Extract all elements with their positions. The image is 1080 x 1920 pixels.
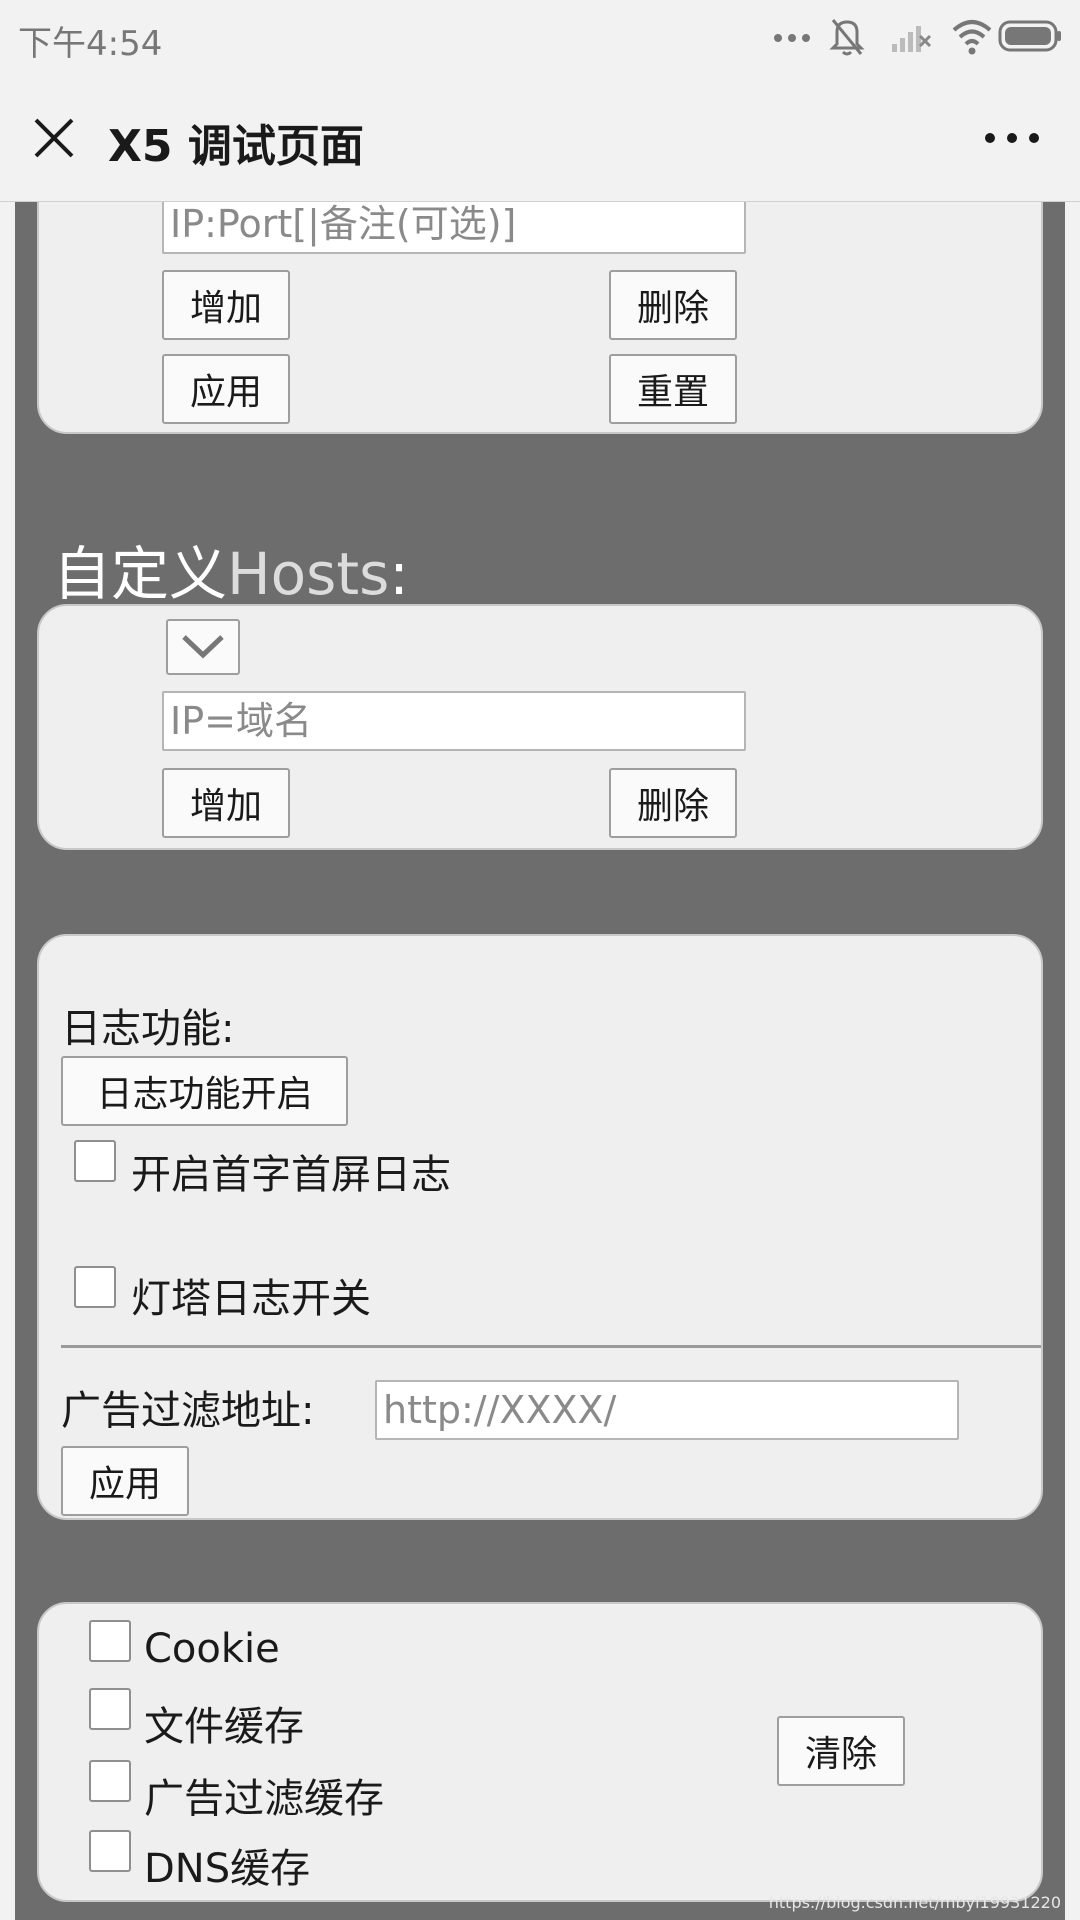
title-bar: X5 调试页面 xyxy=(0,76,1080,202)
hosts-section-title: 自定义Hosts: xyxy=(53,527,409,611)
hosts-input[interactable] xyxy=(162,691,746,751)
beacon-log-label: 灯塔日志开关 xyxy=(131,1276,371,1322)
dns-cache-label: DNS缓存 xyxy=(144,1846,311,1892)
content-area: 增加 删除 应用 重置 自定义Hosts: 增加 删除 日志功能: 日志功能开启… xyxy=(15,202,1065,1920)
log-heading: 日志功能: xyxy=(61,1006,235,1052)
log-panel: 日志功能: 日志功能开启 开启首字首屏日志 灯塔日志开关 广告过滤地址: 应用 xyxy=(37,934,1043,1520)
hosts-title-colon: : xyxy=(389,540,409,608)
proxy-reset-button[interactable]: 重置 xyxy=(609,354,737,424)
proxy-apply-button[interactable]: 应用 xyxy=(162,354,290,424)
hosts-select[interactable] xyxy=(166,619,240,675)
status-time: 下午4:54 xyxy=(18,24,163,64)
file-cache-checkbox[interactable] xyxy=(89,1688,131,1730)
cache-panel: Cookie 文件缓存 广告过滤缓存 DNS缓存 清除 xyxy=(37,1602,1043,1902)
first-screen-log-label: 开启首字首屏日志 xyxy=(131,1152,451,1198)
ad-filter-cache-checkbox[interactable] xyxy=(89,1760,131,1802)
chevron-down-icon xyxy=(182,635,224,659)
ad-filter-apply-button[interactable]: 应用 xyxy=(61,1446,189,1516)
proxy-add-button[interactable]: 增加 xyxy=(162,270,290,340)
file-cache-label: 文件缓存 xyxy=(144,1704,304,1750)
hosts-delete-button[interactable]: 删除 xyxy=(609,768,737,838)
status-bar: 下午4:54 xyxy=(0,0,1080,76)
cache-clear-button[interactable]: 清除 xyxy=(777,1716,905,1786)
hosts-title-cn: 自定义 xyxy=(53,540,228,608)
close-icon[interactable] xyxy=(26,110,82,166)
signal-off-icon xyxy=(892,26,932,52)
more-options-icon[interactable] xyxy=(980,116,1044,160)
page-title: X5 调试页面 xyxy=(108,121,364,172)
ad-filter-input[interactable] xyxy=(375,1380,959,1440)
bell-muted-icon xyxy=(829,19,865,56)
ad-filter-label: 广告过滤地址: xyxy=(61,1388,315,1434)
cookie-checkbox[interactable] xyxy=(89,1620,131,1662)
watermark: https://blog.csdn.net/mbyl19931220 xyxy=(768,1893,1061,1912)
hosts-title-en: Hosts xyxy=(227,540,390,608)
beacon-log-checkbox[interactable] xyxy=(74,1266,116,1308)
first-screen-log-checkbox[interactable] xyxy=(74,1140,116,1182)
proxy-panel: 增加 删除 应用 重置 xyxy=(37,202,1043,434)
proxy-input[interactable] xyxy=(162,202,746,254)
hosts-add-button[interactable]: 增加 xyxy=(162,768,290,838)
wifi-icon xyxy=(952,20,992,55)
dns-cache-checkbox[interactable] xyxy=(89,1830,131,1872)
ad-filter-cache-label: 广告过滤缓存 xyxy=(144,1776,384,1822)
log-enable-button[interactable]: 日志功能开启 xyxy=(61,1056,348,1126)
log-divider xyxy=(61,1345,1041,1348)
cookie-label: Cookie xyxy=(144,1626,280,1672)
hosts-panel: 增加 删除 xyxy=(37,604,1043,850)
more-dots-icon xyxy=(774,34,810,42)
battery-icon xyxy=(998,20,1061,52)
proxy-delete-button[interactable]: 删除 xyxy=(609,270,737,340)
